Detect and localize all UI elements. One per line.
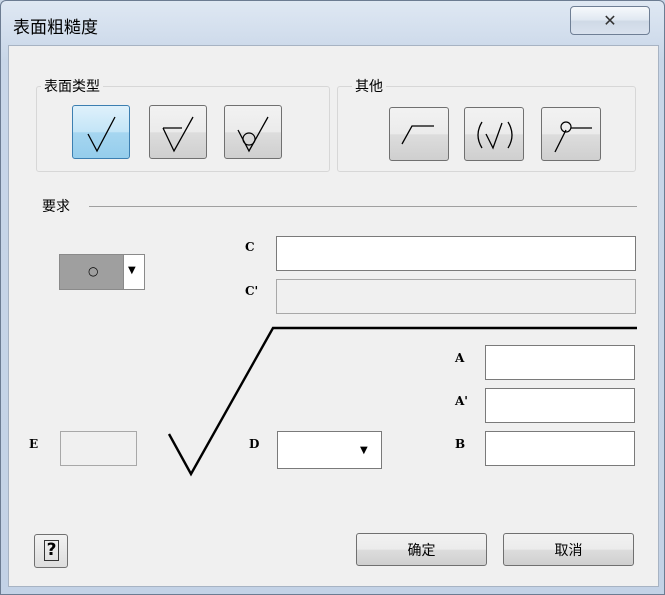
cancel-button-label: 取消 [554, 542, 583, 559]
all-around-parenthesis-icon [477, 121, 513, 150]
a-prime-field[interactable] [485, 388, 635, 423]
close-icon: ✕ [603, 11, 617, 30]
material-removal-required-icon [162, 116, 194, 153]
requirements-divider [89, 206, 637, 207]
e-label: E [29, 437, 39, 451]
a-label: A [455, 351, 465, 365]
b-field[interactable] [485, 431, 635, 466]
e-field[interactable] [60, 431, 137, 466]
surface-type-removal-prohibited-button[interactable] [224, 105, 282, 159]
c-prime-field[interactable] [276, 279, 636, 314]
other-lay-extension-button[interactable] [389, 107, 449, 161]
basic-surface-icon [87, 116, 116, 153]
ok-button[interactable]: 确定 [356, 533, 487, 566]
help-icon: ? [44, 540, 59, 561]
a-field[interactable] [485, 345, 635, 380]
lay-direction-dropdown[interactable]: ○ ▼ [59, 254, 145, 290]
chevron-down-icon: ▼ [128, 265, 136, 276]
d-label: D [249, 437, 260, 451]
cancel-button[interactable]: 取消 [503, 533, 634, 566]
chevron-down-icon: ▼ [360, 445, 368, 456]
other-leader-button[interactable] [541, 107, 601, 161]
other-all-around-button[interactable] [464, 107, 524, 161]
lay-extension-icon [401, 125, 434, 145]
c-label: C [245, 240, 255, 254]
a-prime-label: A' [455, 394, 468, 408]
surface-type-basic-button[interactable] [72, 105, 130, 159]
surface-roughness-dialog: 表面粗糙度 ✕ 表面类型 其他 要求 ○ ▼ C C' A A' B D ▼ E… [0, 0, 665, 595]
title-bar: 表面粗糙度 ✕ [1, 1, 664, 45]
lay-direction-value: ○ [88, 264, 99, 278]
requirements-label: 要求 [42, 196, 74, 216]
ok-button-label: 确定 [407, 542, 436, 559]
surface-type-label: 表面类型 [41, 76, 103, 96]
material-removal-prohibited-icon [237, 116, 269, 153]
close-button[interactable]: ✕ [570, 6, 650, 35]
d-dropdown[interactable]: ▼ [277, 431, 382, 469]
leader-circle-icon [554, 121, 592, 153]
surface-type-removal-required-button[interactable] [149, 105, 207, 159]
dialog-body: 表面类型 其他 要求 ○ ▼ C C' A A' B D ▼ E ? 确定 取消 [8, 45, 659, 587]
help-button[interactable]: ? [34, 534, 68, 568]
b-label: B [455, 437, 466, 451]
c-prime-label: C' [245, 284, 259, 298]
dialog-title: 表面粗糙度 [13, 18, 98, 38]
other-label: 其他 [352, 76, 386, 96]
lay-direction-arrow-box: ▼ [123, 255, 144, 289]
c-field[interactable] [276, 236, 636, 271]
